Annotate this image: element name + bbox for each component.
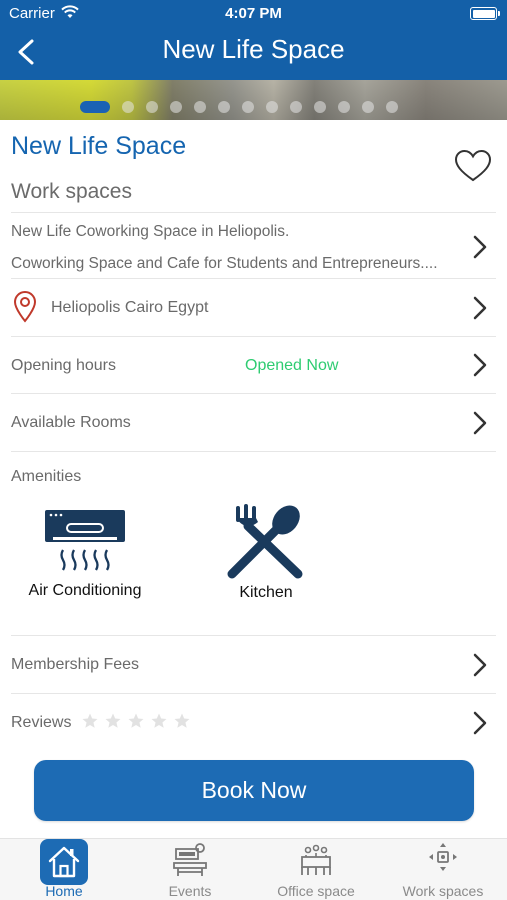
hero-image-shade	[0, 80, 507, 120]
amenity-label: Air Conditioning	[28, 582, 142, 599]
chevron-right-icon	[473, 411, 487, 435]
chevron-right-icon	[473, 235, 487, 259]
amenity-air-conditioning: Air Conditioning	[5, 508, 165, 600]
tab-work-spaces[interactable]: Work spaces	[380, 839, 506, 900]
carousel-dot[interactable]	[194, 101, 206, 113]
home-icon	[40, 839, 88, 885]
chevron-right-icon	[473, 711, 487, 735]
rating-stars	[81, 712, 196, 735]
location-text: Heliopolis Cairo Egypt	[51, 299, 209, 316]
status-time: 4:07 PM	[225, 5, 282, 22]
chevron-right-icon	[473, 353, 487, 377]
membership-fees-label: Membership Fees	[11, 656, 140, 673]
tab-label: Home	[45, 883, 83, 899]
carousel-dot[interactable]	[218, 101, 230, 113]
chevron-right-icon	[473, 296, 487, 320]
membership-fees-row[interactable]: Membership Fees	[11, 635, 496, 693]
description-line-1: New Life Coworking Space in Heliopolis.	[11, 223, 290, 240]
amenities-divider	[11, 451, 496, 452]
location-row[interactable]: Heliopolis Cairo Egypt	[11, 278, 496, 336]
carousel-dot[interactable]	[170, 101, 182, 113]
available-rooms-label: Available Rooms	[11, 414, 131, 431]
hero-image-carousel[interactable]	[0, 80, 507, 120]
amenities-label: Amenities	[11, 468, 82, 485]
page-title: New Life Space	[162, 34, 345, 64]
carousel-dot[interactable]	[122, 101, 134, 113]
battery-icon	[470, 7, 500, 20]
work-spaces-icon	[419, 839, 467, 885]
status-bar: Carrier 4:07 PM	[0, 0, 507, 28]
star-icon	[174, 713, 190, 728]
events-icon	[166, 839, 214, 885]
opening-hours-row[interactable]: Opening hours Opened Now	[11, 336, 496, 393]
place-category: Work spaces	[11, 180, 132, 203]
top-bar: Carrier 4:07 PM New Life Space	[0, 0, 507, 80]
tab-label: Work spaces	[402, 883, 484, 899]
opening-hours-label: Opening hours	[11, 357, 116, 374]
fork-spoon-icon	[227, 504, 303, 579]
amenity-kitchen: Kitchen	[186, 504, 346, 602]
air-conditioner-icon	[45, 510, 125, 571]
carousel-dot[interactable]	[314, 101, 326, 113]
carousel-dot[interactable]	[386, 101, 398, 113]
star-icon	[82, 713, 98, 728]
tab-bar: Home Events Office space Work spaces	[0, 838, 507, 900]
book-now-button[interactable]: Book Now	[34, 760, 474, 821]
carousel-dot[interactable]	[242, 101, 254, 113]
reviews-label: Reviews	[11, 714, 72, 731]
location-pin-icon	[13, 291, 37, 323]
carousel-dot[interactable]	[290, 101, 302, 113]
opening-status: Opened Now	[245, 357, 339, 374]
available-rooms-row[interactable]: Available Rooms	[11, 393, 496, 451]
carousel-dot[interactable]	[338, 101, 350, 113]
carousel-dot[interactable]	[146, 101, 158, 113]
star-icon	[105, 713, 121, 728]
office-space-icon	[292, 839, 340, 885]
tab-home[interactable]: Home	[1, 839, 127, 900]
description-row[interactable]: New Life Coworking Space in Heliopolis. …	[11, 212, 496, 278]
description-line-2: Coworking Space and Cafe for Students an…	[11, 255, 438, 272]
place-name: New Life Space	[11, 132, 187, 160]
tab-label: Office space	[277, 883, 355, 899]
amenity-label: Kitchen	[239, 584, 293, 601]
tab-office-space[interactable]: Office space	[253, 839, 379, 900]
carousel-dot-active[interactable]	[80, 101, 110, 113]
tab-label: Events	[168, 883, 212, 899]
favorite-heart-icon[interactable]	[454, 149, 492, 183]
star-icon	[151, 713, 167, 728]
star-icon	[128, 713, 144, 728]
carousel-dot[interactable]	[362, 101, 374, 113]
carousel-dot[interactable]	[266, 101, 278, 113]
tab-events[interactable]: Events	[127, 839, 253, 900]
chevron-right-icon	[473, 653, 487, 677]
